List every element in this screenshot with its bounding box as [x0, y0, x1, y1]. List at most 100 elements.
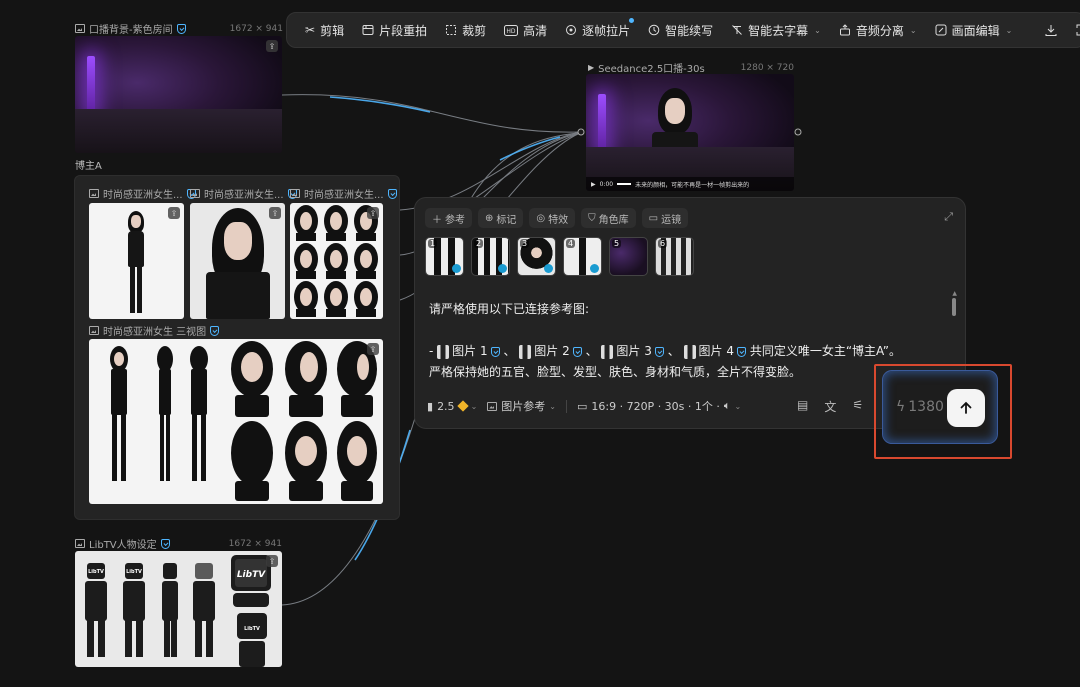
chip-character-library[interactable]: ⛉ 角色库: [581, 208, 636, 228]
verified-icon: [737, 346, 746, 357]
verified-icon: [387, 188, 397, 199]
expand-icon[interactable]: ⤢: [944, 210, 953, 224]
image-ref-thumb: [601, 344, 614, 359]
plus-icon: ＋: [432, 214, 442, 226]
expression-grid: [294, 205, 378, 317]
prompt-line-2: - 图片 1 、 图片 2 、 图片 3 、 图片 4 共同定义唯一女主“博主A…: [429, 341, 949, 362]
ref1-image[interactable]: ⇪: [89, 203, 184, 319]
ref-thumb-2[interactable]: 2: [471, 237, 510, 276]
download-button[interactable]: [1036, 16, 1066, 44]
hd-button[interactable]: HD 高清: [496, 16, 555, 44]
libtv-node-size: 1672 × 941: [228, 538, 282, 549]
chip-character-library-label: 角色库: [598, 214, 629, 226]
reference-mode-label: 图片参考: [501, 400, 546, 413]
hd-icon: HD: [504, 24, 519, 36]
ref1-title: 时尚感亚洲女生...: [103, 190, 183, 201]
audio-split-button[interactable]: 音频分离 ⌄: [831, 16, 925, 44]
upload-icon[interactable]: ⇪: [367, 207, 379, 219]
reference-mode-selector[interactable]: 图片参考 ⌄: [487, 398, 556, 414]
ref-thumb-5[interactable]: 5: [609, 237, 648, 276]
play-icon: ▶: [588, 63, 595, 72]
ref2-image[interactable]: ⇪: [190, 203, 285, 319]
note-add-icon[interactable]: ▤: [797, 398, 808, 415]
crop-icon: [445, 24, 457, 36]
volume-icon: 🔈︎: [723, 399, 731, 412]
prompt-dash: -: [429, 344, 434, 358]
remove-subtitle-icon: [731, 24, 743, 36]
libtv-node-image[interactable]: LibTV LibTV LibTV LibTV ⇪: [75, 551, 282, 667]
separator: 、: [503, 344, 516, 358]
ref3-image[interactable]: ⇪: [290, 203, 383, 319]
ref-thumb-3[interactable]: 3: [517, 237, 556, 276]
remove-subtitle-label: 智能去字幕: [748, 23, 809, 38]
hd-label: 高清: [523, 23, 548, 38]
bg-node-image[interactable]: ⇪: [75, 36, 282, 153]
bg-node-title: 口播背景-紫色房间: [89, 25, 173, 36]
fullscreen-icon: [1076, 24, 1080, 36]
verified-icon: [210, 325, 220, 336]
fullscreen-button[interactable]: [1068, 16, 1080, 44]
prompt-text[interactable]: 请严格使用以下已连接参考图: - 图片 1 、 图片 2 、 图片 3 、 图片…: [429, 299, 949, 383]
prompt-scrollbar[interactable]: [952, 298, 956, 316]
three-view-sheet-image[interactable]: ⇪: [89, 339, 383, 504]
video-settings-selector[interactable]: ▭ 16:9 · 720P · 30s · 1个 · 🔈︎ ⌄: [577, 398, 741, 414]
settings-sliders-icon[interactable]: ⚟: [852, 398, 863, 415]
crop-label: 裁剪: [462, 23, 487, 38]
aspect-ratio-icon: ▭: [576, 399, 588, 413]
upload-icon[interactable]: ⇪: [367, 343, 379, 355]
image-ref-chip-4[interactable]: 图片 4: [683, 341, 746, 362]
frame-by-frame-button[interactable]: 逐帧拉片: [557, 16, 638, 44]
prompt-line-3: 严格保持她的五官、脸型、发型、肤色、身材和气质，全片不得变脸。: [429, 365, 802, 379]
chevron-down-icon: ⌄: [549, 401, 556, 411]
verified-icon: [160, 538, 170, 549]
video-node-header: ▶ Seedance2.5口播-30s 1280 × 720: [588, 60, 794, 76]
chip-reference[interactable]: ＋参考: [425, 208, 472, 228]
translate-icon[interactable]: 文: [824, 398, 836, 415]
chip-mark[interactable]: ⊕ 标记: [478, 208, 524, 228]
edit-frame-button[interactable]: 画面编辑 ⌄: [927, 16, 1021, 44]
image-icon: [487, 401, 498, 411]
bg-node-header: 口播背景-紫色房间 1672 × 941: [75, 21, 283, 36]
crop-button[interactable]: 裁剪: [437, 16, 494, 44]
video-camera-icon: ▭: [648, 212, 659, 224]
clip-reshoot-button[interactable]: 片段重拍: [354, 16, 435, 44]
smart-continue-button[interactable]: 智能续写: [640, 16, 721, 44]
scroll-up-icon[interactable]: ▲: [952, 290, 957, 297]
play-icon[interactable]: ▶: [591, 181, 596, 188]
upload-icon[interactable]: ⇪: [269, 207, 281, 219]
video-subtitle: 未来的颜相，可能不再是一材一帧剪出来的: [635, 181, 750, 189]
clip-reshoot-label: 片段重拍: [379, 23, 428, 38]
chevron-down-icon: ⌄: [734, 401, 742, 411]
video-node-player[interactable]: ▶ 0:00 未来的颜相，可能不再是一材一帧剪出来的: [586, 74, 794, 191]
ref-thumb-6[interactable]: 6: [655, 237, 694, 276]
upload-icon[interactable]: ⇪: [266, 555, 278, 567]
chip-camera-move[interactable]: ▭ 运镜: [641, 208, 689, 228]
video-controls[interactable]: ▶ 0:00 未来的颜相，可能不再是一材一帧剪出来的: [586, 177, 794, 191]
canvas[interactable]: ✂ 剪辑 片段重拍 裁剪 HD 高清 逐帧拉片 智能续写 智能去字幕 ⌄ 音频分…: [0, 0, 1080, 687]
reference-thumbnails: 1 2 3 4 5 6: [425, 237, 694, 276]
chip-camera-move-label: 运镜: [661, 214, 682, 226]
frame-by-frame-icon: [565, 24, 577, 36]
ref-thumb-number: 3: [520, 239, 530, 248]
image-ref-chip-1[interactable]: 图片 1: [437, 341, 500, 362]
image-ref-chip-2[interactable]: 图片 2: [519, 341, 582, 362]
sheet-title: 时尚感亚洲女生 三视图: [103, 327, 207, 338]
bar-chart-icon: ▮: [427, 399, 434, 413]
upload-icon[interactable]: ⇪: [266, 40, 278, 52]
separator: 、: [585, 344, 598, 358]
cut-button[interactable]: ✂ 剪辑: [297, 16, 352, 44]
image-icon: [290, 189, 300, 198]
prompt-tools: ▤ 文 ⚟: [797, 398, 863, 415]
generation-options: ▮ 2.5 ⌄ 图片参考 ⌄ ▭ 16:9 · 720P · 30s · 1个 …: [427, 398, 741, 414]
prompt-line-2-tail: 共同定义唯一女主“博主A”。: [749, 344, 901, 358]
model-selector[interactable]: ▮ 2.5 ⌄: [427, 400, 477, 413]
progress-bar[interactable]: [617, 183, 632, 185]
image-ref-chip-3[interactable]: 图片 3: [601, 341, 664, 362]
image-icon: [190, 189, 200, 198]
chip-effects[interactable]: ◎ 特效: [529, 208, 576, 228]
ref-thumb-4[interactable]: 4: [563, 237, 602, 276]
upload-icon[interactable]: ⇪: [168, 207, 180, 219]
verified-icon: [572, 346, 582, 357]
ref-thumb-1[interactable]: 1: [425, 237, 464, 276]
remove-subtitle-button[interactable]: 智能去字幕 ⌄: [723, 16, 829, 44]
